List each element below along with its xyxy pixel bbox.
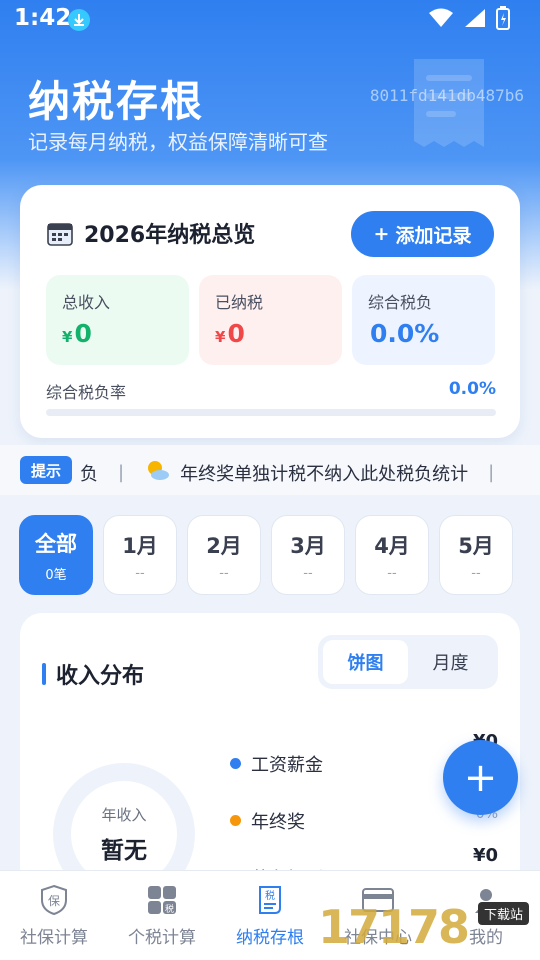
legend-item: 工资薪金 — [230, 735, 323, 792]
status-time: 1:42 — [14, 5, 72, 31]
tab-monthly[interactable]: 月度 — [408, 640, 493, 684]
add-record-label: 添加记录 — [395, 224, 472, 247]
overview-card: 2026年纳税总览 + 添加记录 总收入 ¥0 已纳税 ¥0 综合税负 0.0%… — [20, 185, 520, 438]
nav-social-calc[interactable]: 保 社保计算 — [0, 871, 108, 960]
month-tab-3[interactable]: 3月 -- — [271, 515, 345, 595]
signal-icon — [465, 9, 485, 27]
month-tab-all[interactable]: 全部 0笔 — [19, 515, 93, 595]
svg-text:税: 税 — [265, 889, 275, 902]
tax-stub-icon: 税 — [253, 883, 287, 917]
tax-rate-progress — [46, 409, 496, 416]
month-tab-2[interactable]: 2月 -- — [187, 515, 261, 595]
stat-label: 综合税负 — [368, 293, 433, 312]
wifi-icon — [429, 8, 453, 27]
stat-label: 已纳税 — [215, 293, 264, 312]
legend-amount: ¥0 — [472, 845, 498, 866]
svg-text:税: 税 — [165, 903, 174, 915]
stat-label: 总收入 — [62, 293, 111, 312]
overview-title: 2026年纳税总览 — [84, 223, 256, 248]
plus-icon: + — [373, 223, 390, 245]
tips-tag: 提示 — [20, 456, 72, 484]
tips-fragment: 负 — [80, 463, 98, 485]
legend-dot — [230, 758, 241, 769]
total-income-stat: 总收入 ¥0 — [46, 275, 189, 365]
tips-message: 年终奖单独计税不纳入此处税负统计 — [180, 463, 469, 485]
month-tab-4[interactable]: 4月 -- — [355, 515, 429, 595]
month-tabs: 全部 0笔 1月 -- 2月 -- 3月 -- 4月 -- 5月 -- — [19, 515, 513, 595]
tips-marquee: 提示 负 | 年终奖单独计税不纳入此处税负统计 | — [0, 445, 540, 495]
donut-value: 暂无 — [101, 837, 147, 864]
calculator-icon: 税 — [145, 883, 179, 917]
add-fab[interactable]: + — [443, 740, 518, 815]
legend-item: 年终奖 — [230, 792, 323, 849]
device-hash: 8011fd141db487b6 — [369, 86, 524, 105]
stat-value: 0.0% — [370, 319, 440, 348]
legend-dot — [230, 815, 241, 826]
svg-text:保: 保 — [48, 894, 60, 908]
receipt-icon — [414, 59, 484, 147]
shield-icon: 保 — [37, 883, 71, 917]
tab-pie[interactable]: 饼图 — [323, 640, 408, 684]
nav-tax-stub[interactable]: 税 纳税存根 — [216, 871, 324, 960]
month-tab-1[interactable]: 1月 -- — [103, 515, 177, 595]
sun-cloud-icon — [144, 458, 170, 487]
page-title: 纳税存根 — [28, 77, 205, 126]
distribution-title: 收入分布 — [56, 664, 145, 689]
donut-label: 年收入 — [101, 805, 147, 824]
tax-rate-value: 0.0% — [448, 379, 496, 399]
nav-tax-calc[interactable]: 税 个税计算 — [108, 871, 216, 960]
battery-icon — [496, 6, 510, 30]
download-icon — [68, 9, 90, 31]
tax-rate-label: 综合税负率 — [46, 383, 127, 402]
add-record-button[interactable]: + 添加记录 — [351, 211, 494, 257]
watermark-tag: 下载站 — [478, 902, 530, 925]
page-subtitle: 记录每月纳税，权益保障清晰可查 — [28, 130, 328, 154]
calendar-icon — [47, 223, 73, 246]
chart-view-toggle: 饼图 月度 — [318, 635, 498, 689]
paid-tax-stat: 已纳税 ¥0 — [199, 275, 342, 365]
stat-value: ¥0 — [215, 319, 245, 348]
stat-value: ¥0 — [62, 319, 92, 348]
site-watermark: 17178 — [318, 900, 470, 954]
status-bar: 1:42 — [0, 0, 540, 40]
tax-burden-stat: 综合税负 0.0% — [352, 275, 495, 365]
month-tab-5[interactable]: 5月 -- — [439, 515, 513, 595]
